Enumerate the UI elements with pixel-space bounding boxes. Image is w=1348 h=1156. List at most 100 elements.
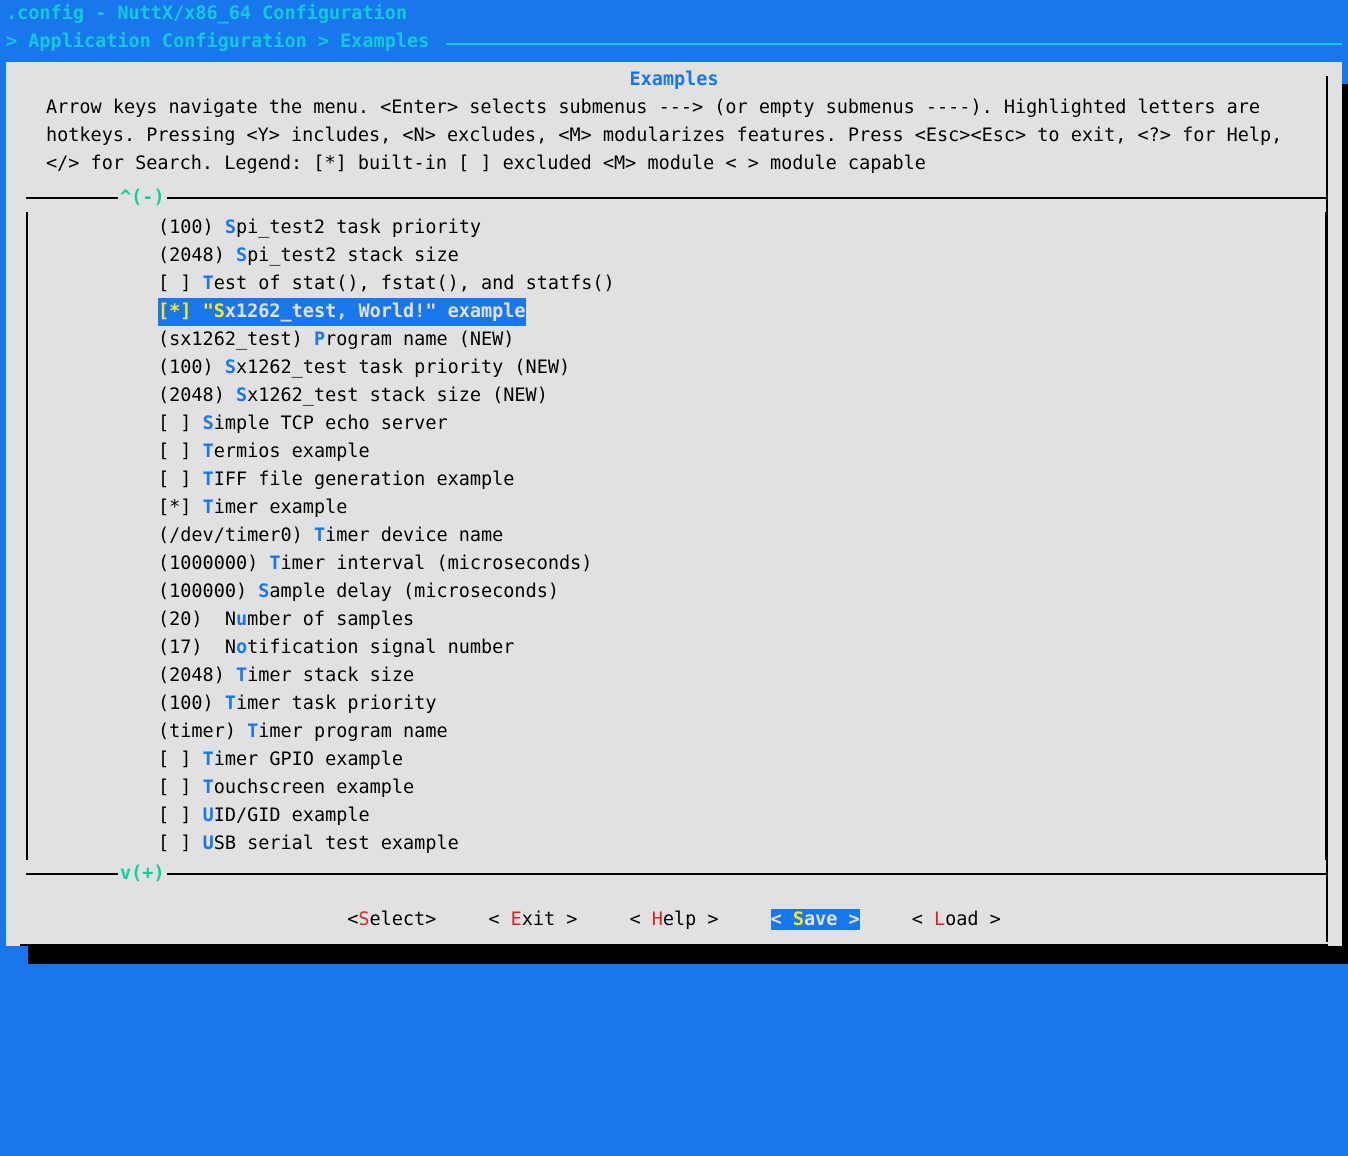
menu-item[interactable]: (17) Notification signal number: [158, 634, 1325, 662]
menu-item[interactable]: [ ] Test of stat(), fstat(), and statfs(…: [158, 270, 1325, 298]
menu-item-hotkey: U: [203, 830, 214, 858]
menu-item-prefix: (100): [158, 214, 225, 242]
scroll-up-indicator[interactable]: ^(-): [118, 184, 167, 212]
menu-border-top: ^(-): [26, 184, 1327, 212]
menu-box: ^(-) (100) Spi_test2 task priority(2048)…: [26, 184, 1327, 888]
menu-item-label: ouchscreen example: [214, 774, 414, 802]
menu-item[interactable]: (100000) Sample delay (microseconds): [158, 578, 1325, 606]
menu-item[interactable]: (timer) Timer program name: [158, 718, 1325, 746]
menu-item-label: IFF file generation example: [214, 466, 515, 494]
menu-item[interactable]: (2048) Sx1262_test stack size (NEW): [158, 382, 1325, 410]
menu-item-label: ermios example: [214, 438, 370, 466]
menu-item[interactable]: [*] Timer example: [158, 494, 1325, 522]
help-text: Arrow keys navigate the menu. <Enter> se…: [46, 94, 1302, 178]
menu-item-hotkey: P: [314, 326, 325, 354]
menu-item[interactable]: (20) Number of samples: [158, 606, 1325, 634]
menu-item-hotkey: T: [203, 270, 214, 298]
menu-item-prefix: (20) N: [158, 606, 236, 634]
menu-item-prefix: (17) N: [158, 634, 236, 662]
menu-border-bottom: v(+): [26, 860, 1327, 888]
main-panel: Examples Arrow keys navigate the menu. <…: [6, 62, 1342, 946]
menu-item-prefix: (2048): [158, 662, 236, 690]
menu-item-hotkey: S: [225, 354, 236, 382]
load-button[interactable]: < Load >: [912, 906, 1001, 934]
menu-item-hotkey: o: [236, 634, 247, 662]
menu-item-label: imer program name: [258, 718, 447, 746]
menu-item-label: imer example: [214, 494, 348, 522]
menu-item-label: ample delay (microseconds): [269, 578, 559, 606]
exit-button[interactable]: < Exit >: [488, 906, 577, 934]
help-button[interactable]: < Help >: [629, 906, 718, 934]
menu-item-prefix: (2048): [158, 382, 236, 410]
menu-item-label: SB serial test example: [214, 830, 459, 858]
menu-item-prefix: (100000): [158, 578, 258, 606]
menu-item-hotkey: S: [236, 382, 247, 410]
menu-item-label: pi_test2 stack size: [247, 242, 459, 270]
menu-item[interactable]: (2048) Spi_test2 stack size: [158, 242, 1325, 270]
panel-title: Examples: [46, 66, 1302, 94]
menu-item[interactable]: (100) Spi_test2 task priority: [158, 214, 1325, 242]
menu-item-label: pi_test2 task priority: [236, 214, 481, 242]
menu-item[interactable]: [*] "Sx1262_test, World!" example: [158, 298, 1325, 326]
menu-item-prefix: [ ]: [158, 270, 203, 298]
menu-item-label: imer interval (microseconds): [281, 550, 593, 578]
menu-item-prefix: (2048): [158, 242, 236, 270]
menu-item-hotkey: S: [258, 578, 269, 606]
select-button[interactable]: <Select>: [347, 906, 436, 934]
menu-item-label: imer GPIO example: [214, 746, 403, 774]
menu-item-prefix: (sx1262_test): [158, 326, 314, 354]
menu-item-label: ID/GID example: [214, 802, 370, 830]
menu-item-prefix: (timer): [158, 718, 247, 746]
menu-item-prefix: [*]: [158, 494, 203, 522]
menu-item-hotkey: S: [236, 242, 247, 270]
breadcrumb-bar: > Application Configuration > Examples: [0, 28, 1348, 56]
breadcrumb: > Application Configuration > Examples: [6, 28, 440, 56]
menu-item-prefix: (1000000): [158, 550, 269, 578]
menu-item-prefix: (100): [158, 354, 225, 382]
menu-item-hotkey: T: [314, 522, 325, 550]
menu-item-label: x1262_test stack size (NEW): [247, 382, 548, 410]
menu-item-label: est of stat(), fstat(), and statfs(): [214, 270, 615, 298]
menu-item[interactable]: (sx1262_test) Program name (NEW): [158, 326, 1325, 354]
menu-item-hotkey: "S: [203, 298, 225, 326]
menu-item-hotkey: u: [236, 606, 247, 634]
menu-item-hotkey: T: [247, 718, 258, 746]
scroll-down-indicator[interactable]: v(+): [118, 860, 167, 888]
menu-item[interactable]: [ ] Simple TCP echo server: [158, 410, 1325, 438]
menu-item-hotkey: T: [236, 662, 247, 690]
menu-item-hotkey: T: [269, 550, 280, 578]
menu-item-hotkey: U: [203, 802, 214, 830]
breadcrumb-rule: [446, 43, 1342, 45]
menu-item-label: mber of samples: [247, 606, 414, 634]
menu-item-label: imer device name: [325, 522, 503, 550]
config-title: .config - NuttX/x86_64 Configuration: [0, 0, 1348, 28]
menu-item-hotkey: T: [203, 438, 214, 466]
menu-item-prefix: [*]: [158, 298, 203, 326]
menu-item[interactable]: (/dev/timer0) Timer device name: [158, 522, 1325, 550]
menu-item[interactable]: [ ] UID/GID example: [158, 802, 1325, 830]
menu-item-hotkey: S: [203, 410, 214, 438]
menu-item[interactable]: (100) Timer task priority: [158, 690, 1325, 718]
menu-item-hotkey: T: [203, 746, 214, 774]
menu-item[interactable]: [ ] Timer GPIO example: [158, 746, 1325, 774]
save-button[interactable]: < Save >: [771, 906, 860, 934]
menu-list[interactable]: (100) Spi_test2 task priority(2048) Spi_…: [26, 212, 1327, 860]
menu-item[interactable]: (2048) Timer stack size: [158, 662, 1325, 690]
button-row: <Select> < Exit > < Help > < Save > < Lo…: [46, 888, 1302, 938]
menu-item-label: imer task priority: [236, 690, 436, 718]
menu-item-label: x1262_test, World!" example: [225, 298, 526, 326]
menu-item-hotkey: S: [225, 214, 236, 242]
menu-item-label: imple TCP echo server: [214, 410, 448, 438]
menu-item[interactable]: (100) Sx1262_test task priority (NEW): [158, 354, 1325, 382]
menu-item-label: rogram name (NEW): [325, 326, 514, 354]
menu-item[interactable]: (1000000) Timer interval (microseconds): [158, 550, 1325, 578]
menu-item[interactable]: [ ] USB serial test example: [158, 830, 1325, 858]
menu-item[interactable]: [ ] Termios example: [158, 438, 1325, 466]
menu-item-label: x1262_test task priority (NEW): [236, 354, 570, 382]
menu-item-prefix: [ ]: [158, 830, 203, 858]
menu-item[interactable]: [ ] Touchscreen example: [158, 774, 1325, 802]
menu-item-label: imer stack size: [247, 662, 414, 690]
menu-item[interactable]: [ ] TIFF file generation example: [158, 466, 1325, 494]
menu-item-prefix: [ ]: [158, 410, 203, 438]
menu-item-prefix: [ ]: [158, 466, 203, 494]
